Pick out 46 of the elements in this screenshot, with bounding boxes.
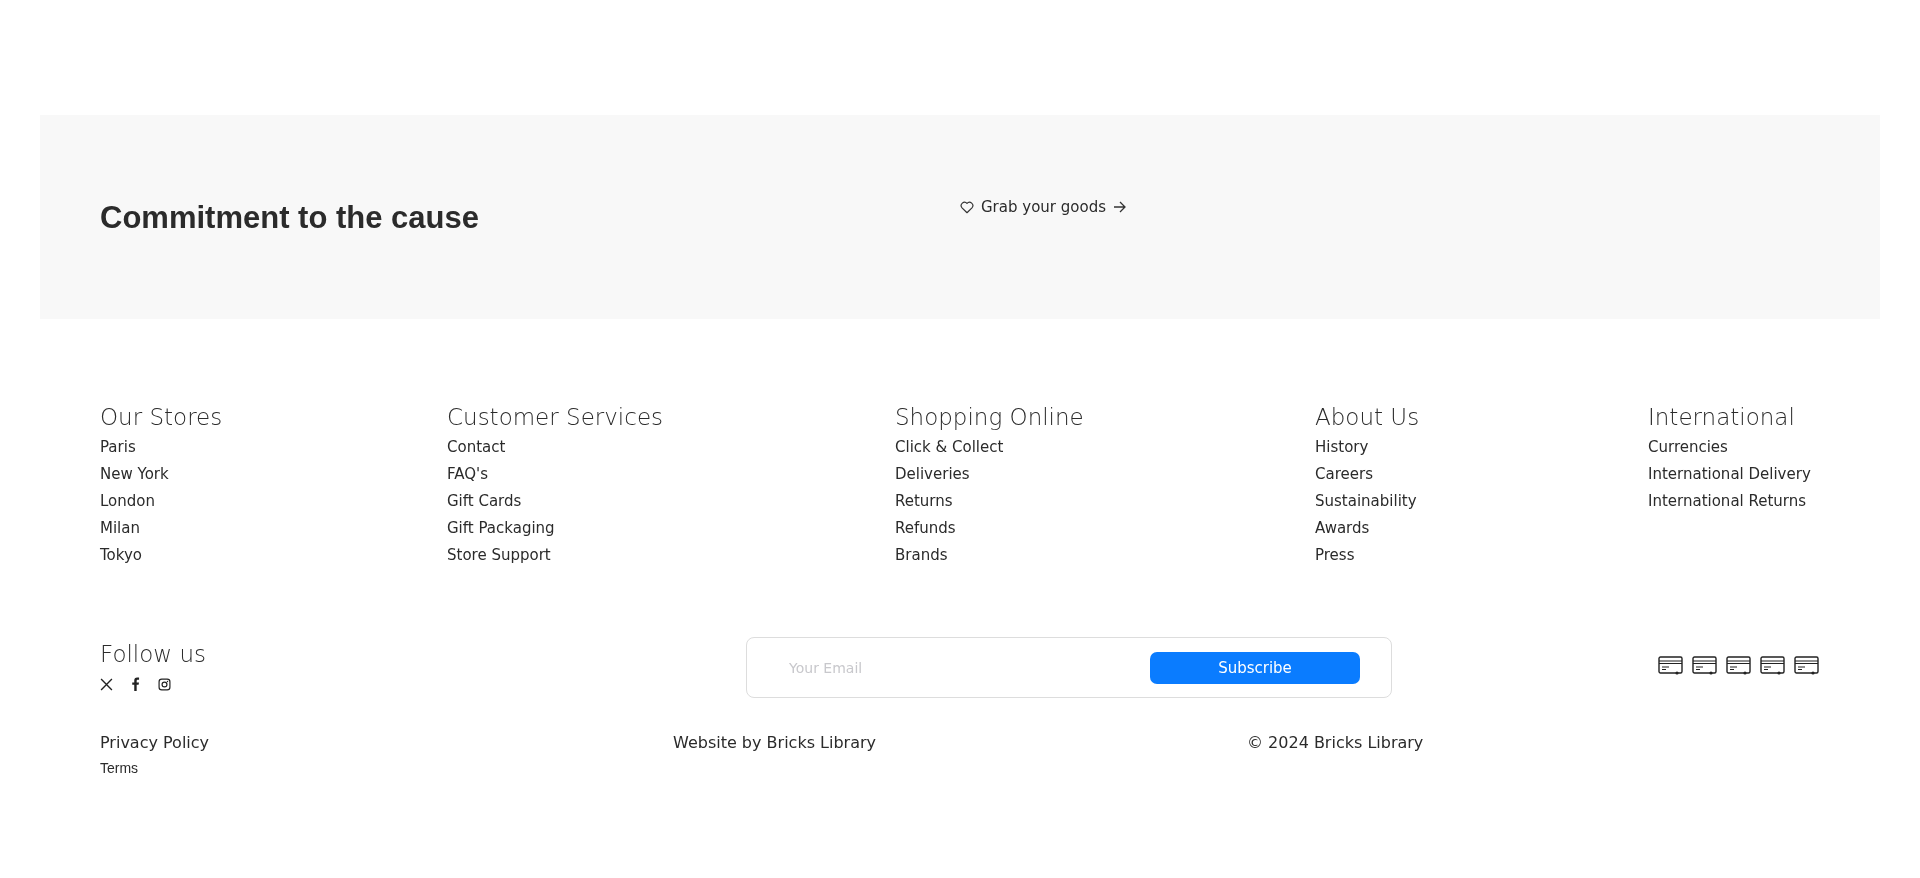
- follow-heading: Follow us: [100, 640, 207, 669]
- credit-card-icon: [1658, 656, 1683, 675]
- footer-link[interactable]: Returns: [895, 488, 953, 515]
- credit-card-icon: [1794, 656, 1819, 675]
- column-heading: Customer Services: [447, 403, 664, 432]
- footer-link[interactable]: Currencies: [1648, 434, 1728, 461]
- grab-goods-link[interactable]: Grab your goods: [960, 198, 1127, 216]
- column-heading: Our Stores: [100, 403, 223, 432]
- footer-link[interactable]: Tokyo: [100, 542, 142, 569]
- heart-icon: [960, 200, 974, 214]
- footer-link[interactable]: Careers: [1315, 461, 1373, 488]
- subscribe-button[interactable]: Subscribe: [1150, 651, 1360, 684]
- banner-heading: Commitment to the cause: [100, 200, 480, 236]
- arrow-right-icon: [1113, 201, 1127, 213]
- footer-link[interactable]: FAQ's: [447, 461, 488, 488]
- footer-link[interactable]: Deliveries: [895, 461, 970, 488]
- x-icon[interactable]: [100, 677, 113, 691]
- credit-text: Website by Bricks Library: [673, 732, 877, 754]
- footer-link[interactable]: International Delivery: [1648, 461, 1811, 488]
- instagram-icon[interactable]: [158, 677, 171, 691]
- footer-link[interactable]: Sustainability: [1315, 488, 1417, 515]
- facebook-icon[interactable]: [131, 677, 140, 691]
- privacy-policy-link[interactable]: Privacy Policy: [100, 732, 210, 754]
- copyright-text: © 2024 Bricks Library: [1247, 732, 1424, 754]
- footer-link[interactable]: Milan: [100, 515, 140, 542]
- footer-link[interactable]: Paris: [100, 434, 136, 461]
- footer-link[interactable]: Contact: [447, 434, 506, 461]
- footer-link[interactable]: Refunds: [895, 515, 956, 542]
- footer-link[interactable]: International Returns: [1648, 488, 1807, 515]
- credit-card-icon: [1760, 656, 1785, 675]
- terms-link[interactable]: Terms: [100, 760, 139, 776]
- column-heading: About Us: [1315, 403, 1420, 432]
- column-heading: International: [1648, 403, 1795, 432]
- column-heading: Shopping Online: [895, 403, 1084, 432]
- footer-link[interactable]: Click & Collect: [895, 434, 1004, 461]
- footer-link[interactable]: Gift Packaging: [447, 515, 555, 542]
- footer-link[interactable]: Press: [1315, 542, 1355, 569]
- credit-card-icon: [1692, 656, 1717, 675]
- footer-link[interactable]: New York: [100, 461, 169, 488]
- footer-link[interactable]: Store Support: [447, 542, 551, 569]
- footer-link[interactable]: Awards: [1315, 515, 1370, 542]
- footer-link[interactable]: Gift Cards: [447, 488, 522, 515]
- footer-link[interactable]: History: [1315, 434, 1369, 461]
- footer-link[interactable]: Brands: [895, 542, 948, 569]
- footer-link[interactable]: London: [100, 488, 155, 515]
- credit-card-icon: [1726, 656, 1751, 675]
